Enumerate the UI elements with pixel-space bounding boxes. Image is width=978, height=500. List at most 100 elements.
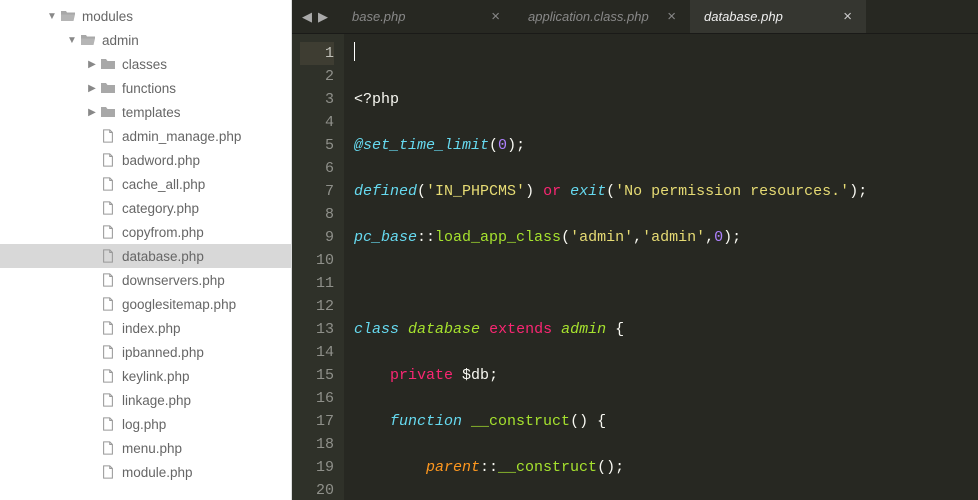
tree-item[interactable]: ▼ modules [0,4,291,28]
tab-label: application.class.php [528,9,649,24]
chevron-down-icon[interactable]: ▼ [46,11,58,22]
line-number: 7 [300,180,334,203]
tree-item[interactable]: copyfrom.php [0,220,291,244]
tree-item[interactable]: ▶ templates [0,100,291,124]
tree-item[interactable]: admin_manage.php [0,124,291,148]
tree-item[interactable]: category.php [0,196,291,220]
tree-item-label: copyfrom.php [122,225,204,240]
tree-item-label: database.php [122,249,204,264]
folder-icon [100,56,116,72]
folder-open-icon [60,8,76,24]
file-icon [100,296,116,312]
tree-item-label: log.php [122,417,166,432]
line-number: 14 [300,341,334,364]
tree-item-label: index.php [122,321,181,336]
code-content[interactable]: <?php @set_time_limit(0); defined('IN_PH… [344,34,978,500]
tab-next-icon[interactable]: ▶ [318,9,328,25]
file-icon [100,392,116,408]
file-icon [100,176,116,192]
line-number: 15 [300,364,334,387]
file-icon [100,368,116,384]
line-number: 20 [300,479,334,500]
tab-prev-icon[interactable]: ◀ [302,9,312,25]
tree-item-label: classes [122,57,167,72]
tree-item-label: templates [122,105,181,120]
chevron-right-icon[interactable]: ▶ [86,107,98,118]
text-cursor [354,42,355,61]
file-icon [100,200,116,216]
line-number: 18 [300,433,334,456]
tree-item[interactable]: googlesitemap.php [0,292,291,316]
file-icon [100,416,116,432]
file-icon [100,272,116,288]
line-number: 19 [300,456,334,479]
tree-item-label: functions [122,81,176,96]
file-tree-sidebar[interactable]: ▼ modules ▼ admin ▶ classes ▶ functions ▶ templat… [0,0,292,500]
tree-item[interactable]: module.php [0,460,291,484]
line-number: 10 [300,249,334,272]
tree-item[interactable]: ipbanned.php [0,340,291,364]
line-number: 2 [300,65,334,88]
line-number: 16 [300,387,334,410]
tree-item-label: admin_manage.php [122,129,241,144]
tree-item[interactable]: keylink.php [0,364,291,388]
file-icon [100,464,116,480]
tree-item-label: category.php [122,201,199,216]
tree-item-label: googlesitemap.php [122,297,236,312]
line-number: 17 [300,410,334,433]
file-icon [100,152,116,168]
chevron-right-icon[interactable]: ▶ [86,83,98,94]
line-number: 6 [300,157,334,180]
chevron-down-icon[interactable]: ▼ [66,35,78,46]
file-icon [100,224,116,240]
tree-item-label: modules [82,9,133,24]
editor-pane: ◀ ▶ base.php×application.class.php×datab… [292,0,978,500]
tree-item[interactable]: ▶ functions [0,76,291,100]
tree-item-label: linkage.php [122,393,191,408]
editor-tab[interactable]: base.php× [338,0,514,33]
line-number: 8 [300,203,334,226]
line-gutter: 1234567891011121314151617181920 [292,34,344,500]
editor-tab[interactable]: application.class.php × [514,0,690,33]
editor-tab[interactable]: database.php× [690,0,866,33]
close-icon[interactable]: × [491,8,500,25]
tree-item[interactable]: log.php [0,412,291,436]
tree-item-label: ipbanned.php [122,345,204,360]
line-number: 1 [300,42,334,65]
tree-item-label: menu.php [122,441,182,456]
line-number: 9 [300,226,334,249]
line-number: 12 [300,295,334,318]
file-icon [100,344,116,360]
line-number: 3 [300,88,334,111]
tree-item[interactable]: cache_all.php [0,172,291,196]
tree-item-label: admin [102,33,139,48]
tree-item[interactable]: ▶ classes [0,52,291,76]
tree-item-label: module.php [122,465,193,480]
file-icon [100,248,116,264]
code-area[interactable]: 1234567891011121314151617181920 <?php @s… [292,34,978,500]
chevron-right-icon[interactable]: ▶ [86,59,98,70]
tree-item[interactable]: badword.php [0,148,291,172]
tree-item[interactable]: index.php [0,316,291,340]
line-number: 11 [300,272,334,295]
tree-item-label: badword.php [122,153,200,168]
tree-item[interactable]: menu.php [0,436,291,460]
tree-item[interactable]: database.php [0,244,291,268]
close-icon[interactable]: × [843,8,852,25]
tree-item-label: keylink.php [122,369,190,384]
folder-open-icon [80,32,96,48]
line-number: 4 [300,111,334,134]
tab-bar: ◀ ▶ base.php×application.class.php×datab… [292,0,978,34]
tree-item[interactable]: ▼ admin [0,28,291,52]
folder-icon [100,104,116,120]
app-root: ▼ modules ▼ admin ▶ classes ▶ functions ▶ templat… [0,0,978,500]
tabs-container: base.php×application.class.php×database.… [338,0,866,33]
file-icon [100,440,116,456]
tree-item[interactable]: linkage.php [0,388,291,412]
line-number: 13 [300,318,334,341]
tab-nav-arrows: ◀ ▶ [292,9,338,25]
line-number: 5 [300,134,334,157]
tree-item-label: downservers.php [122,273,225,288]
tree-item[interactable]: downservers.php [0,268,291,292]
close-icon[interactable]: × [667,8,676,25]
